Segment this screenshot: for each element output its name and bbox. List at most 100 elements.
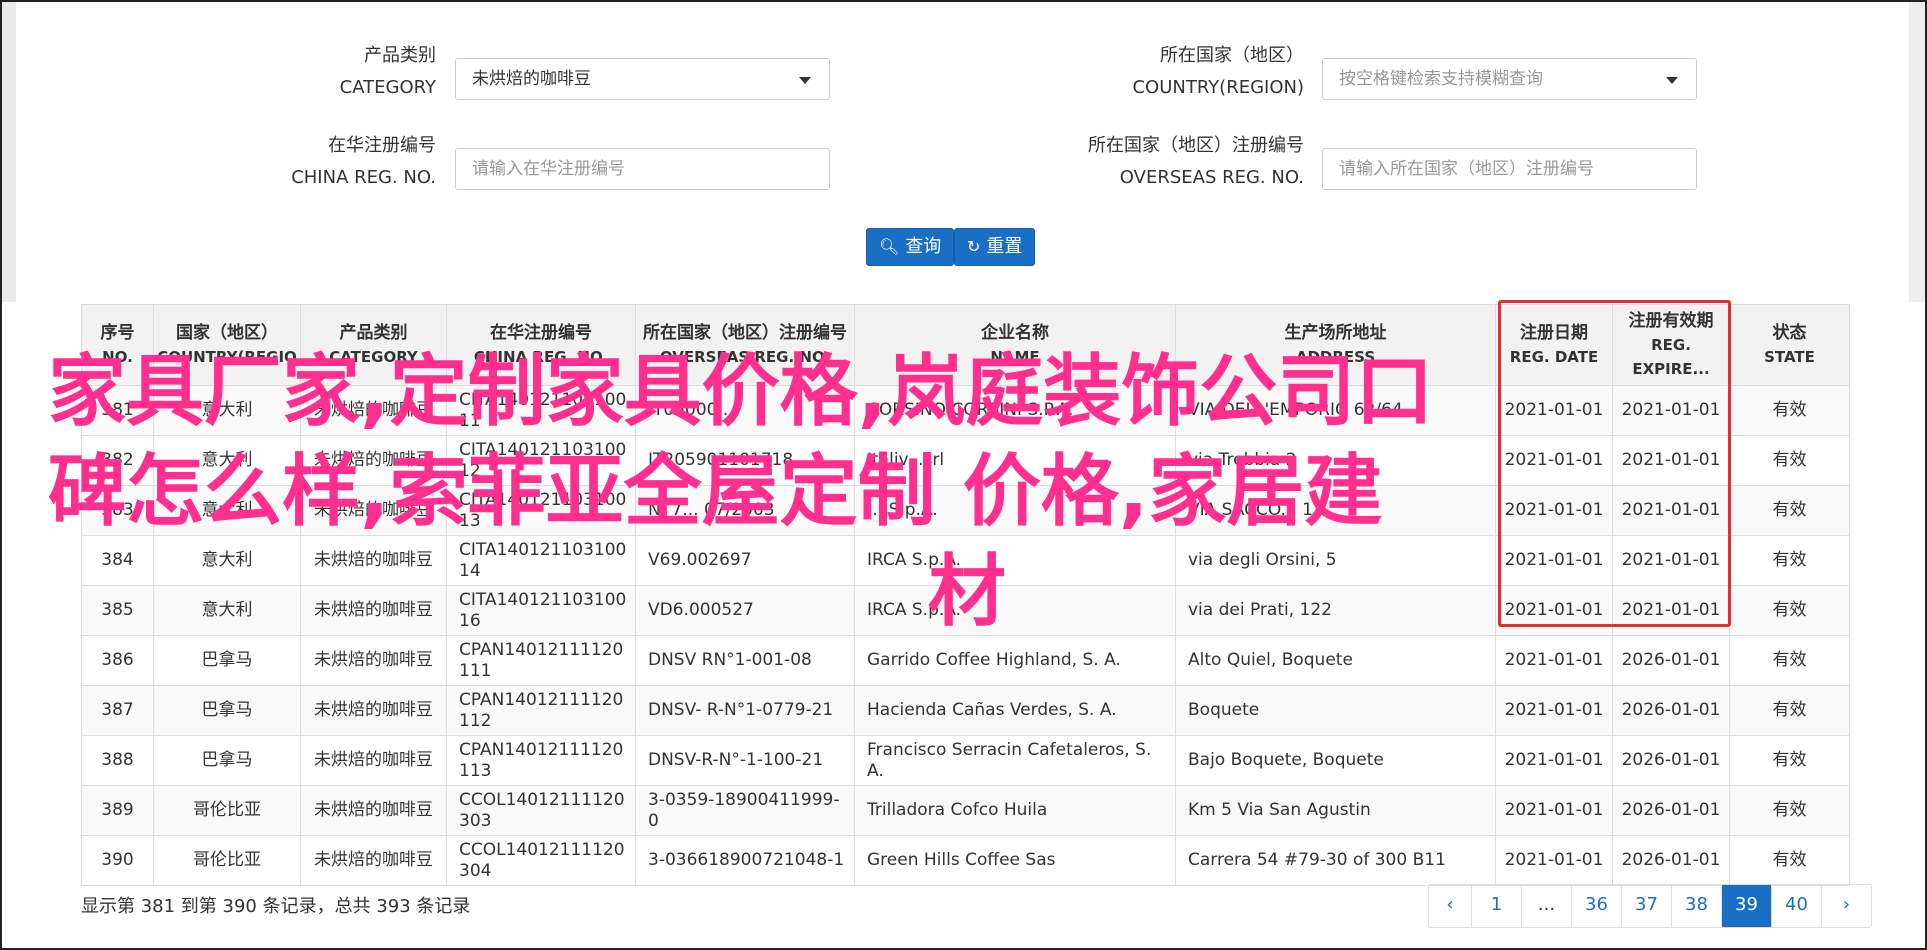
reset-button[interactable]: ↻ 重置 — [954, 228, 1036, 266]
pager-page-37[interactable]: 37 — [1621, 885, 1671, 927]
column-header: 所在国家（地区）注册编号 OVERSEAS REG. NO. — [635, 304, 855, 386]
cell-reg-date: 2021-01-01 — [1495, 835, 1613, 886]
chevron-down-icon — [799, 77, 811, 84]
cell-overseas-reg: DNSV-R-N°-1-100-21 — [635, 735, 855, 786]
pager-page-38[interactable]: 38 — [1671, 885, 1721, 927]
cell-china-reg: CCOL14012111120304 — [446, 835, 636, 886]
query-button[interactable]: 🔍︎ 查询 — [866, 228, 955, 266]
column-header-cn: 状态 — [1772, 323, 1807, 343]
cell-reg-date: 2021-01-01 — [1495, 735, 1613, 786]
chevron-down-icon — [1666, 77, 1678, 84]
pager-next-button[interactable]: › — [1821, 885, 1871, 927]
column-header-cn: 序号 — [100, 323, 135, 343]
cell-no: 390 — [81, 835, 154, 886]
country-label-cn: 所在国家（地区） — [1160, 45, 1304, 66]
cell-category: 未烘焙的咖啡豆 — [300, 685, 447, 736]
table-row[interactable]: 390 哥伦比亚 未烘焙的咖啡豆 CCOL14012111120304 3-036618… — [81, 835, 1850, 886]
cell-country: 意大利 — [153, 435, 301, 486]
cell-address: via Trebbia 2 — [1175, 435, 1496, 486]
cell-state: 有效 — [1729, 435, 1850, 486]
cell-state: 有效 — [1729, 535, 1850, 586]
reset-button-label: 重置 — [986, 236, 1023, 257]
column-header-cn: 国家（地区） — [176, 323, 278, 343]
cell-china-reg: CITA14012110310012 — [446, 435, 636, 486]
pager-page-39[interactable]: 39 — [1721, 885, 1771, 927]
cell-no: 382 — [81, 435, 154, 486]
cell-name: Green Hills Coffee Sas — [854, 835, 1176, 886]
cell-country: 意大利 — [153, 485, 301, 536]
cell-name: IRCA S.p.A. — [854, 535, 1176, 586]
cell-no: 381 — [81, 385, 154, 436]
right-scroll-strip — [1909, 2, 1925, 302]
cell-china-reg: CITA14012110310011 — [446, 385, 636, 436]
cell-no: 385 — [81, 585, 154, 636]
category-select-value: 未烘焙的咖啡豆 — [472, 69, 591, 89]
pager-page-1[interactable]: 1 — [1471, 885, 1521, 927]
country-select[interactable]: 按空格键检索支持模糊查询 — [1322, 58, 1697, 100]
cell-no: 389 — [81, 785, 154, 836]
cell-name: Garrido Coffee Highland, S. A. — [854, 635, 1176, 686]
table-row[interactable]: 388 巴拿马 未烘焙的咖啡豆 CPAN14012111120113 DNSV-R-N°… — [81, 735, 1850, 786]
cell-name: Trilladora Cofco Huila — [854, 785, 1176, 836]
overseas-reg-label: 所在国家（地区）注册编号 OVERSEAS REG. NO. — [1060, 130, 1304, 194]
cell-category: 未烘焙的咖啡豆 — [300, 385, 447, 436]
cell-address: Alto Quiel, Boquete — [1175, 635, 1496, 686]
cell-state: 有效 — [1729, 835, 1850, 886]
country-label-en: COUNTRY(REGION) — [1132, 77, 1304, 98]
search-icon: 🔍︎ — [879, 237, 900, 256]
column-header: 产品类别 CATEGORY — [300, 304, 447, 386]
pager-page-36[interactable]: 36 — [1571, 885, 1621, 927]
cell-overseas-reg: 3-0359-18900411999-0 — [635, 785, 855, 836]
cell-name: CORSINO CORSINI S.P.A. — [854, 385, 1176, 436]
cell-no: 386 — [81, 635, 154, 686]
column-header: 企业名称 NAME — [854, 304, 1176, 386]
cell-expire: 2026-01-01 — [1612, 735, 1730, 786]
country-select-placeholder: 按空格键检索支持模糊查询 — [1339, 69, 1543, 89]
cell-country: 巴拿马 — [153, 635, 301, 686]
column-header-en: CATEGORY — [329, 348, 418, 366]
category-select[interactable]: 未烘焙的咖啡豆 — [455, 58, 830, 100]
cell-no: 383 — [81, 485, 154, 536]
cell-name: Hacienda Cañas Verdes, S. A. — [854, 685, 1176, 736]
cell-china-reg: CITA14012110310016 — [446, 585, 636, 636]
cell-country: 巴拿马 — [153, 735, 301, 786]
overseas-reg-label-en: OVERSEAS REG. NO. — [1119, 167, 1304, 188]
record-summary: 显示第 381 到第 390 条记录，总共 393 条记录 — [81, 896, 471, 917]
cell-reg-date: 2021-01-01 — [1495, 635, 1613, 686]
cell-china-reg: CITA14012110310013 — [446, 485, 636, 536]
table-row[interactable]: 386 巴拿马 未烘焙的咖啡豆 CPAN14012111120111 DNSV RN°1… — [81, 635, 1850, 686]
pager-page-40[interactable]: 40 — [1771, 885, 1821, 927]
cell-category: 未烘焙的咖啡豆 — [300, 585, 447, 636]
cell-china-reg: CITA14012110310014 — [446, 535, 636, 586]
cell-name: Italiv...srl — [854, 435, 1176, 486]
cell-category: 未烘焙的咖啡豆 — [300, 485, 447, 536]
cell-address: via degli Orsini, 5 — [1175, 535, 1496, 586]
cell-state: 有效 — [1729, 385, 1850, 436]
cell-state: 有效 — [1729, 585, 1850, 636]
cell-overseas-reg: N. 7... 07/2003 — [635, 485, 855, 536]
cell-address: VIA SACCO... 11 — [1175, 485, 1496, 536]
cell-overseas-reg: IT205901101718 — [635, 435, 855, 486]
table-row[interactable]: 387 巴拿马 未烘焙的咖啡豆 CPAN14012111120112 DNSV- R-N… — [81, 685, 1850, 736]
pager-prev-button[interactable]: ‹ — [1429, 885, 1471, 927]
cell-address: Boquete — [1175, 685, 1496, 736]
table-row[interactable]: 389 哥伦比亚 未烘焙的咖啡豆 CCOL14012111120303 3-0359-1… — [81, 785, 1850, 836]
cell-overseas-reg: V69.002697 — [635, 535, 855, 586]
cell-state: 有效 — [1729, 635, 1850, 686]
column-header-en: ADDRESS — [1295, 348, 1376, 366]
cell-address: Km 5 Via San Agustin — [1175, 785, 1496, 836]
china-reg-input[interactable]: 请输入在华注册编号 — [455, 148, 830, 190]
column-header-cn: 在华注册编号 — [490, 323, 592, 343]
cell-name: Francisco Serracin Cafetaleros, S. A. — [854, 735, 1176, 786]
overseas-reg-input[interactable]: 请输入所在国家（地区）注册编号 — [1322, 148, 1697, 190]
column-header-cn: 产品类别 — [339, 323, 408, 343]
country-label: 所在国家（地区） COUNTRY(REGION) — [1100, 40, 1304, 104]
column-header-cn: 生产场所地址 — [1284, 323, 1387, 343]
china-reg-label: 在华注册编号 CHINA REG. NO. — [260, 130, 436, 194]
cell-overseas-reg: VD6.000527 — [635, 585, 855, 636]
china-reg-label-en: CHINA REG. NO. — [291, 167, 436, 188]
cell-overseas-reg: 3-036618900721048-1 — [635, 835, 855, 886]
category-label-en: CATEGORY — [339, 77, 436, 98]
cell-expire: 2026-01-01 — [1612, 785, 1730, 836]
column-header: 国家（地区） COUNTRY(REGIO — [153, 304, 301, 386]
